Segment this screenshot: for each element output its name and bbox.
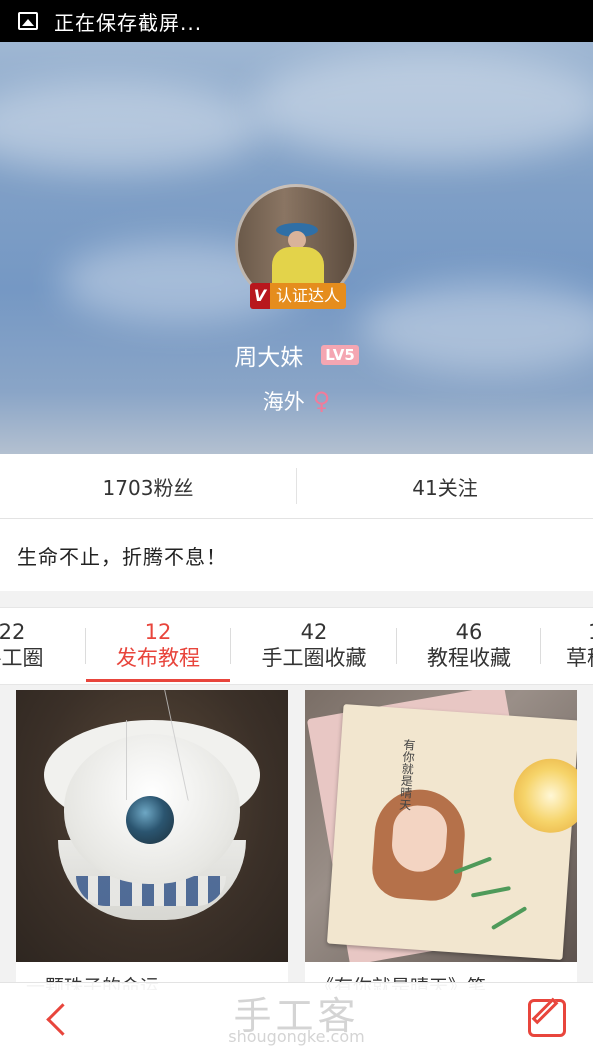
tab-divider — [540, 628, 541, 664]
tutorial-card[interactable]: 有你就是晴天 《有你就是晴天》笔 — [305, 690, 577, 990]
tab-count: 22 — [0, 620, 26, 644]
status-text: 正在保存截屏... — [54, 10, 203, 35]
tab-label: 手工圈 — [0, 646, 44, 670]
edit-button[interactable] — [528, 997, 566, 1037]
tab-count: 12 — [144, 620, 172, 644]
tab-circle-favorites[interactable]: 42 手工圈收藏 — [232, 608, 396, 684]
tab-tutorial-favorites[interactable]: 46 教程收藏 — [398, 608, 540, 684]
tab-count: 46 — [455, 620, 483, 644]
following-stat[interactable]: 41关注 — [297, 454, 593, 518]
tab-label: 手工圈收藏 — [261, 646, 367, 670]
female-icon: ♀ — [312, 387, 331, 415]
verified-badge: V 认证达人 — [250, 283, 347, 309]
tab-handcraft-circle[interactable]: 22 手工圈 — [0, 608, 62, 684]
brand-watermark-url: shougongke.com — [228, 1027, 365, 1046]
tab-label: 草稿 — [566, 646, 593, 670]
tutorial-photo: 有你就是晴天 — [305, 690, 577, 962]
verified-icon: V — [250, 283, 270, 309]
verified-label: 认证达人 — [270, 283, 347, 309]
tutorial-photo — [16, 690, 288, 962]
active-tab-indicator — [86, 679, 230, 682]
tab-label: 发布教程 — [116, 646, 200, 670]
image-icon — [18, 12, 38, 30]
location: 海外 — [262, 390, 305, 414]
tab-divider — [230, 628, 231, 664]
tab-published-tutorials[interactable]: 12 发布教程 — [86, 608, 230, 684]
profile-header: V 认证达人 周大妹 LV5 海外 ♀ — [0, 42, 593, 454]
stats-bar: 1703粉丝 41关注 — [0, 454, 593, 519]
followers-stat[interactable]: 1703粉丝 — [0, 454, 296, 518]
bottom-bar: 手工客 shougongke.com — [0, 982, 593, 1055]
tab-count: 42 — [300, 620, 328, 644]
tab-count: 1 — [588, 620, 593, 644]
username-row: 周大妹 LV5 — [0, 338, 593, 372]
level-badge: LV5 — [321, 345, 359, 365]
username: 周大妹 — [234, 345, 304, 371]
tab-bar: 22 手工圈 12 发布教程 42 手工圈收藏 46 教程收藏 1 草稿 — [0, 607, 593, 685]
pencil-icon — [531, 997, 559, 1025]
status-bar: 正在保存截屏... — [0, 0, 593, 42]
tutorial-card[interactable]: 一颗珠子的命运 — [16, 690, 288, 990]
bio: 生命不止，折腾不息！ — [0, 519, 593, 591]
tab-divider — [396, 628, 397, 664]
location-row: 海外 ♀ — [0, 386, 593, 416]
tab-drafts[interactable]: 1 草稿 — [566, 608, 593, 684]
tab-label: 教程收藏 — [427, 646, 511, 670]
